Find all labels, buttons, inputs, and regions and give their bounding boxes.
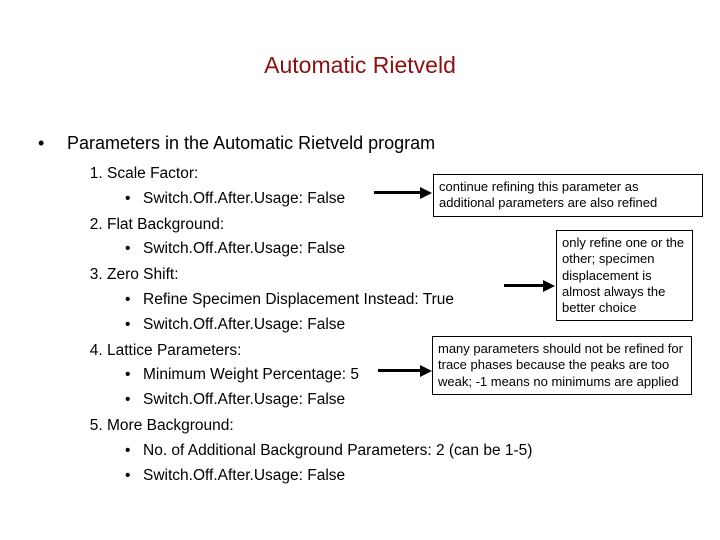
- sub-item: Refine Specimen Displacement Instead: Tr…: [129, 288, 532, 313]
- item-label: More Background:: [107, 417, 234, 434]
- callout-box: many parameters should not be refined fo…: [432, 336, 692, 395]
- list-item: More Background: No. of Additional Backg…: [107, 414, 532, 488]
- list-item: Zero Shift: Refine Specimen Displacement…: [107, 263, 532, 337]
- callout-box: continue refining this parameter as addi…: [433, 174, 703, 217]
- arrow-icon: [374, 191, 422, 194]
- item-label: Scale Factor:: [107, 165, 198, 182]
- list-item: Flat Background: Switch.Off.After.Usage:…: [107, 213, 532, 263]
- arrow-head-icon: [420, 365, 432, 377]
- sub-item: Switch.Off.After.Usage: False: [129, 313, 532, 338]
- item-label: Flat Background:: [107, 216, 224, 233]
- sub-item: Switch.Off.After.Usage: False: [129, 237, 532, 262]
- arrow-head-icon: [420, 187, 432, 199]
- sub-item: Switch.Off.After.Usage: False: [129, 464, 532, 489]
- arrow-head-icon: [543, 280, 555, 292]
- slide-title: Automatic Rietveld: [0, 52, 720, 79]
- arrow-icon: [504, 284, 545, 287]
- slide-subtitle: Parameters in the Automatic Rietveld pro…: [67, 133, 435, 154]
- callout-box: only refine one or the other; specimen d…: [556, 230, 693, 321]
- item-label: Lattice Parameters:: [107, 342, 241, 359]
- slide: Automatic Rietveld • Parameters in the A…: [0, 0, 720, 540]
- sub-item: No. of Additional Background Parameters:…: [129, 439, 532, 464]
- bullet-icon: •: [38, 133, 44, 154]
- arrow-icon: [378, 369, 422, 372]
- item-label: Zero Shift:: [107, 266, 179, 283]
